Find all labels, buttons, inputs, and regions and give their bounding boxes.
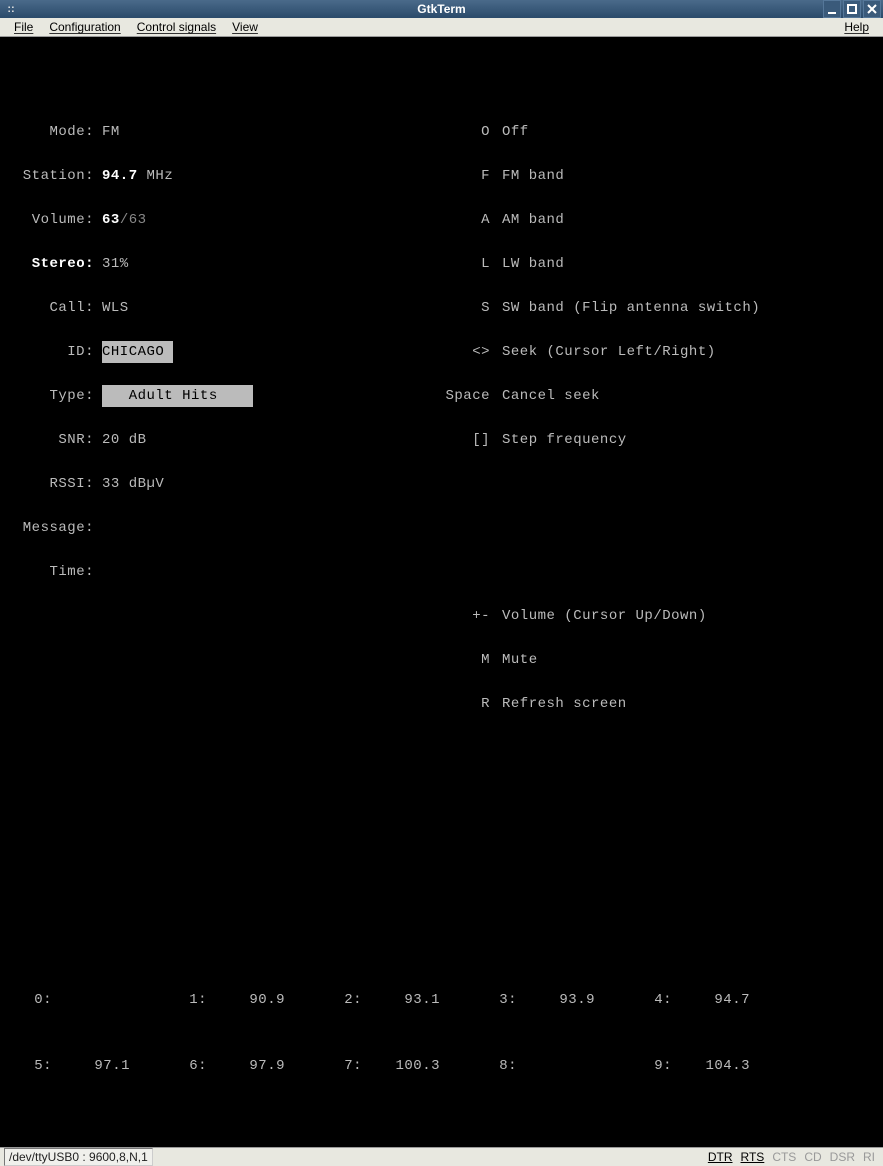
label-mode: Mode:	[12, 121, 102, 143]
label-rssi: RSSI:	[12, 473, 102, 495]
help-mute: Mute	[502, 649, 538, 671]
key-seek: <>	[442, 341, 502, 363]
key-volume: +-	[442, 605, 502, 627]
label-id: ID:	[12, 341, 102, 363]
value-volume-current: 63	[102, 212, 120, 228]
menu-view[interactable]: View	[224, 18, 266, 36]
preset-key: 4:	[632, 989, 680, 1011]
preset-key: 2:	[322, 989, 370, 1011]
preset-val: 97.9	[215, 1055, 285, 1077]
value-snr: 20 dB	[102, 429, 147, 451]
menu-file[interactable]: File	[6, 18, 41, 36]
help-cancel: Cancel seek	[502, 385, 600, 407]
signal-cd: CD	[800, 1150, 825, 1164]
preset-val: 93.1	[370, 989, 440, 1011]
preset-val: 97.1	[60, 1055, 130, 1077]
preset-key: 5:	[12, 1055, 60, 1077]
label-station: Station:	[12, 165, 102, 187]
maximize-button[interactable]	[843, 0, 861, 18]
help-refresh: Refresh screen	[502, 693, 627, 715]
preset-list: 0: 1:90.9 2:93.1 3:93.9 4:94.7 5:97.1 6:…	[12, 825, 871, 1121]
titlebar: :: GtkTerm	[0, 0, 883, 18]
value-station-freq: 94.7	[102, 168, 138, 184]
preset-key: 8:	[477, 1055, 525, 1077]
key-fm: F	[442, 165, 502, 187]
value-type: Adult Hits	[102, 385, 253, 407]
signal-dtr[interactable]: DTR	[704, 1150, 737, 1164]
help-off: Off	[502, 121, 529, 143]
preset-val: 94.7	[680, 989, 750, 1011]
statusbar: /dev/ttyUSB0 : 9600,8,N,1 DTR RTS CTS CD…	[0, 1147, 883, 1166]
value-id: CHICAGO	[102, 341, 173, 363]
key-cancel: Space	[442, 385, 502, 407]
preset-key: 6:	[167, 1055, 215, 1077]
help-sw: SW band (Flip antenna switch)	[502, 297, 760, 319]
minimize-button[interactable]	[823, 0, 841, 18]
help-am: AM band	[502, 209, 564, 231]
help-volume: Volume (Cursor Up/Down)	[502, 605, 707, 627]
key-sw: S	[442, 297, 502, 319]
help-step: Step frequency	[502, 429, 627, 451]
menubar: File Configuration Control signals View …	[0, 18, 883, 37]
key-mute: M	[442, 649, 502, 671]
label-volume: Volume:	[12, 209, 102, 231]
label-snr: SNR:	[12, 429, 102, 451]
preset-key: 9:	[632, 1055, 680, 1077]
value-rssi: 33 dBµV	[102, 473, 164, 495]
menu-control-signals[interactable]: Control signals	[129, 18, 224, 36]
value-mode: FM	[102, 121, 120, 143]
preset-val: 100.3	[370, 1055, 440, 1077]
key-refresh: R	[442, 693, 502, 715]
terminal-content: Mode:FM Station:94.7 MHz Volume:63/63 St…	[0, 37, 883, 1147]
close-button[interactable]	[863, 0, 881, 18]
value-station-unit: MHz	[138, 168, 174, 184]
label-call: Call:	[12, 297, 102, 319]
help-seek: Seek (Cursor Left/Right)	[502, 341, 716, 363]
preset-val: 90.9	[215, 989, 285, 1011]
menu-configuration[interactable]: Configuration	[41, 18, 128, 36]
label-time: Time:	[12, 561, 102, 583]
label-stereo: Stereo:	[12, 253, 102, 275]
key-off: O	[442, 121, 502, 143]
preset-key: 3:	[477, 989, 525, 1011]
preset-key: 7:	[322, 1055, 370, 1077]
help-fm: FM band	[502, 165, 564, 187]
preset-val: 93.9	[525, 989, 595, 1011]
signal-rts[interactable]: RTS	[737, 1150, 769, 1164]
key-am: A	[442, 209, 502, 231]
preset-key: 1:	[167, 989, 215, 1011]
status-device: /dev/ttyUSB0 : 9600,8,N,1	[4, 1148, 153, 1166]
value-call: WLS	[102, 297, 129, 319]
label-type: Type:	[12, 385, 102, 407]
key-lw: L	[442, 253, 502, 275]
signal-cts: CTS	[768, 1150, 800, 1164]
value-volume-max: /63	[120, 212, 147, 228]
signal-dsr: DSR	[826, 1150, 859, 1164]
window-title: GtkTerm	[417, 2, 465, 16]
preset-val: 104.3	[680, 1055, 750, 1077]
window-menu-icon[interactable]: ::	[2, 0, 20, 18]
value-stereo: 31%	[102, 253, 129, 275]
preset-key: 0:	[12, 989, 60, 1011]
menu-help[interactable]: Help	[836, 18, 877, 36]
key-step: []	[442, 429, 502, 451]
label-message: Message:	[12, 517, 102, 539]
signal-ri: RI	[859, 1150, 879, 1164]
help-lw: LW band	[502, 253, 564, 275]
